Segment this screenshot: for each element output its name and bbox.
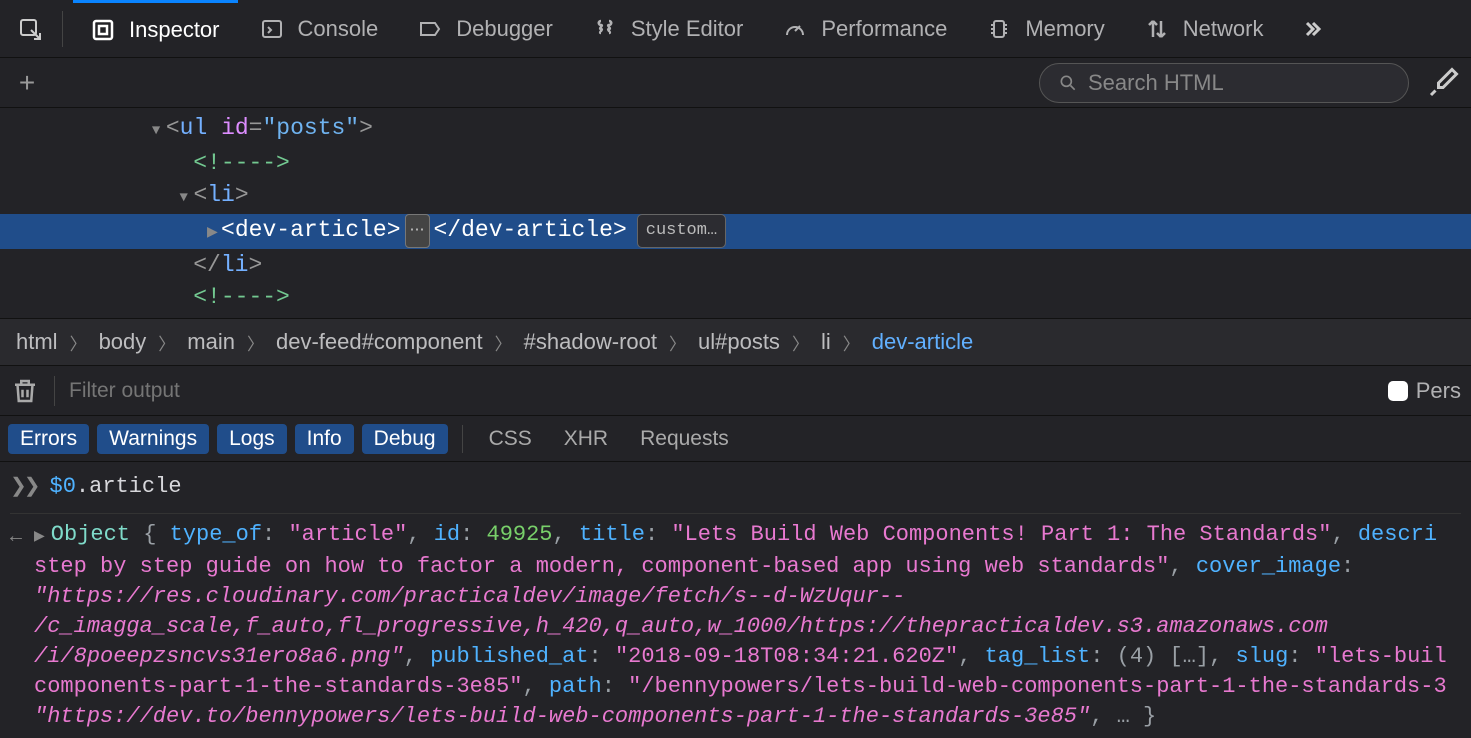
search-icon bbox=[1058, 73, 1078, 93]
expand-caret-icon[interactable]: ▶ bbox=[34, 529, 45, 545]
overflow-icon[interactable] bbox=[1289, 7, 1333, 51]
dom-node[interactable]: <!----> bbox=[0, 281, 1471, 313]
object-class: Object bbox=[51, 522, 130, 547]
chip-xhr[interactable]: XHR bbox=[552, 424, 620, 454]
checkbox-icon bbox=[1388, 381, 1408, 401]
tab-label: Style Editor bbox=[631, 16, 744, 42]
persist-label: Pers bbox=[1416, 378, 1461, 404]
console-input-line[interactable]: ❯❯ $0.article bbox=[10, 468, 1461, 513]
clear-console-icon[interactable] bbox=[10, 376, 40, 406]
tab-label: Inspector bbox=[129, 17, 220, 43]
crumb[interactable]: ul#posts bbox=[692, 329, 786, 355]
console-output: ❯❯ $0.article ← ▶Object { type_of: "arti… bbox=[0, 462, 1471, 738]
tab-label: Memory bbox=[1025, 16, 1104, 42]
ellipsis-badge[interactable]: ⋯ bbox=[405, 214, 430, 248]
tab-styleeditor[interactable]: Style Editor bbox=[575, 0, 762, 58]
chip-errors[interactable]: Errors bbox=[8, 424, 89, 454]
crumb[interactable]: body bbox=[93, 329, 153, 355]
prompt-prop: .article bbox=[76, 474, 182, 499]
dom-node[interactable]: <!----> bbox=[0, 147, 1471, 179]
dom-node-selected[interactable]: ▶<dev-article>⋯</dev-article>custom… bbox=[0, 214, 1471, 249]
separator bbox=[462, 425, 463, 453]
console-filter-chips: Errors Warnings Logs Info Debug CSS XHR … bbox=[0, 416, 1471, 462]
tab-label: Console bbox=[298, 16, 379, 42]
breadcrumbs: html〉 body〉 main〉 dev-feed#component〉 #s… bbox=[0, 318, 1471, 366]
pick-element-icon[interactable] bbox=[8, 7, 52, 51]
tab-performance[interactable]: Performance bbox=[765, 0, 965, 58]
devtools-tabstrip: Inspector Console Debugger Style Editor … bbox=[0, 0, 1471, 58]
chip-debug[interactable]: Debug bbox=[362, 424, 448, 454]
inspector-toolbar: + Search HTML bbox=[0, 58, 1471, 108]
console-toolbar: Pers bbox=[0, 366, 1471, 416]
tab-memory[interactable]: Memory bbox=[969, 0, 1122, 58]
dom-node[interactable]: </li> bbox=[0, 249, 1471, 281]
dom-node[interactable]: ▼<li> bbox=[0, 179, 1471, 214]
separator bbox=[54, 376, 55, 406]
tab-label: Debugger bbox=[456, 16, 553, 42]
separator bbox=[62, 11, 63, 47]
prompt-icon: ❯❯ bbox=[10, 473, 38, 503]
custom-element-badge[interactable]: custom… bbox=[637, 214, 726, 248]
tab-inspector[interactable]: Inspector bbox=[73, 0, 238, 58]
filter-output-input[interactable] bbox=[69, 379, 1374, 403]
crumb[interactable]: dev-feed#component bbox=[270, 329, 489, 355]
chip-warnings[interactable]: Warnings bbox=[97, 424, 209, 454]
crumb[interactable]: li bbox=[815, 329, 837, 355]
tab-label: Network bbox=[1183, 16, 1264, 42]
persist-logs-toggle[interactable]: Pers bbox=[1388, 378, 1461, 404]
chip-info[interactable]: Info bbox=[295, 424, 354, 454]
dom-node[interactable]: ▼<ul id="posts"> bbox=[0, 112, 1471, 147]
chip-requests[interactable]: Requests bbox=[628, 424, 741, 454]
search-html-input[interactable]: Search HTML bbox=[1039, 63, 1409, 103]
crumb-active[interactable]: dev-article bbox=[866, 329, 979, 355]
crumb[interactable]: html bbox=[10, 329, 64, 355]
tab-console[interactable]: Console bbox=[242, 0, 397, 58]
add-node-button[interactable]: + bbox=[10, 66, 44, 100]
tab-label: Performance bbox=[821, 16, 947, 42]
chip-logs[interactable]: Logs bbox=[217, 424, 287, 454]
search-placeholder: Search HTML bbox=[1088, 70, 1224, 96]
tab-debugger[interactable]: Debugger bbox=[400, 0, 571, 58]
console-response[interactable]: ← ▶Object { type_of: "article", id: 4992… bbox=[10, 513, 1461, 732]
crumb[interactable]: main bbox=[181, 329, 241, 355]
dom-node[interactable]: ▼<li> bbox=[0, 313, 1471, 318]
tab-network[interactable]: Network bbox=[1127, 0, 1282, 58]
crumb[interactable]: #shadow-root bbox=[518, 329, 663, 355]
return-arrow-icon: ← bbox=[10, 520, 22, 553]
chip-css[interactable]: CSS bbox=[477, 424, 544, 454]
prompt-var: $0 bbox=[50, 474, 76, 499]
eyedropper-icon[interactable] bbox=[1425, 65, 1461, 101]
dom-tree[interactable]: ▼<ul id="posts"> <!----> ▼<li> ▶<dev-art… bbox=[0, 108, 1471, 318]
